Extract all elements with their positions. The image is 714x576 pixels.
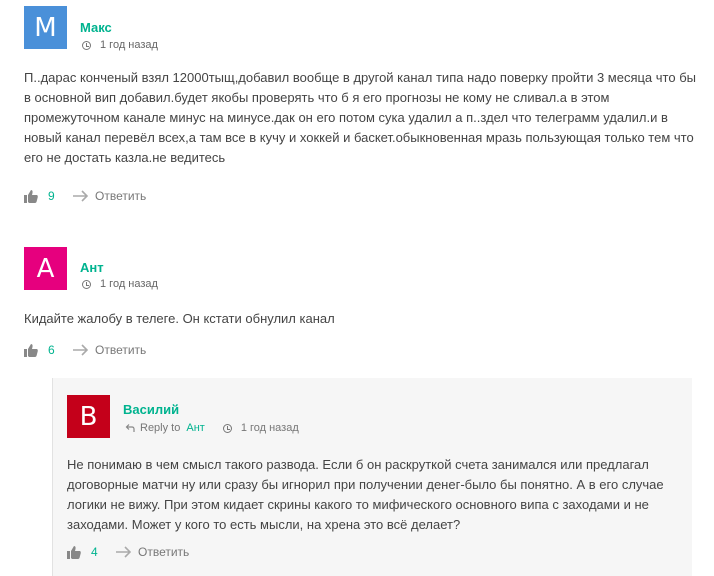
- reply-arrow-icon[interactable]: [115, 546, 132, 558]
- comment-author[interactable]: Василий: [123, 402, 179, 417]
- reply-to-link[interactable]: Ант: [186, 422, 204, 434]
- comment-text: Не понимаю в чем смысл такого развода. Е…: [67, 457, 664, 532]
- reply-to-line: Reply to Ант 1 год назад: [125, 422, 299, 434]
- clock-icon: [222, 423, 232, 433]
- comment-text: П..дарас конченый взял 12000тыщ,добавил …: [24, 70, 696, 165]
- comment-author[interactable]: Ант: [80, 260, 104, 275]
- clock-icon: [82, 40, 91, 50]
- reply-icon: [125, 423, 135, 433]
- reply-button[interactable]: Ответить: [138, 545, 189, 559]
- vote-count: 4: [91, 545, 98, 559]
- reply-button[interactable]: Ответить: [95, 189, 146, 203]
- comment-author[interactable]: Макс: [80, 20, 112, 35]
- reply-arrow-icon[interactable]: [72, 190, 89, 202]
- thumbs-up-icon[interactable]: [24, 189, 38, 203]
- clock-icon: [82, 279, 91, 289]
- vote-count: 6: [48, 343, 55, 357]
- reply-button[interactable]: Ответить: [95, 343, 146, 357]
- comment-time: 1 год назад: [82, 39, 158, 51]
- vote-count: 9: [48, 189, 55, 203]
- avatar: A: [24, 247, 67, 290]
- reply-arrow-icon[interactable]: [72, 344, 89, 356]
- thumbs-up-icon[interactable]: [24, 343, 38, 357]
- comment-time: 1 год назад: [240, 422, 299, 434]
- avatar: B: [67, 395, 110, 438]
- avatar: M: [24, 6, 67, 49]
- comment-text: Кидайте жалобу в телеге. Он кстати обнул…: [24, 311, 335, 326]
- thumbs-up-icon[interactable]: [67, 545, 81, 559]
- comment-time: 1 год назад: [82, 278, 158, 290]
- reply-to-label: Reply to: [140, 422, 181, 434]
